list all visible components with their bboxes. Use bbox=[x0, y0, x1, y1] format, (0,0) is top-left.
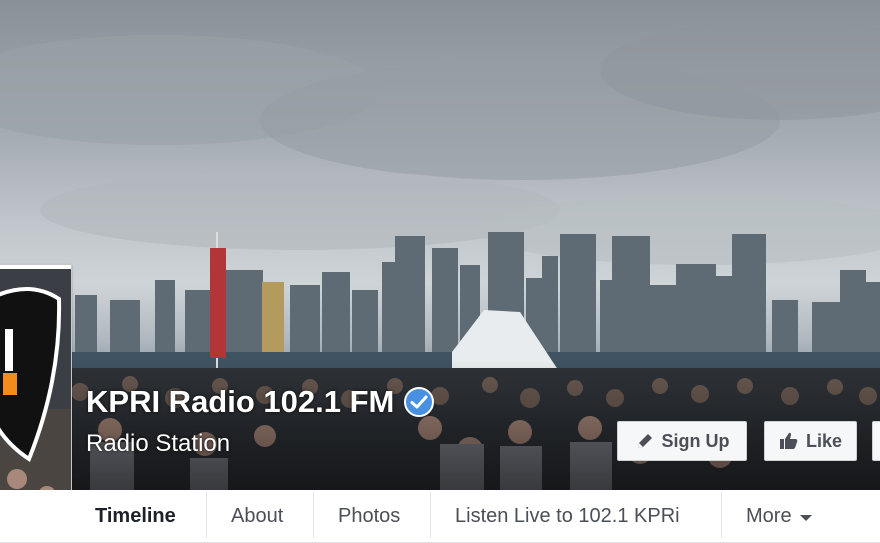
tab-about[interactable]: About bbox=[207, 490, 307, 542]
kpri-logo-icon bbox=[0, 269, 71, 519]
page-title[interactable]: KPRI Radio 102.1 FM bbox=[86, 384, 394, 420]
tab-timeline-label: Timeline bbox=[95, 504, 176, 527]
tab-more[interactable]: More bbox=[722, 490, 836, 542]
pencil-icon bbox=[637, 434, 652, 448]
tab-photos[interactable]: Photos bbox=[314, 490, 424, 542]
like-label: Like bbox=[805, 430, 843, 451]
tab-timeline[interactable]: Timeline bbox=[71, 490, 200, 542]
tab-photos-label: Photos bbox=[338, 504, 401, 527]
tab-about-label: About bbox=[231, 504, 284, 527]
sign-up-label: Sign Up bbox=[661, 430, 730, 451]
like-button[interactable]: Like bbox=[764, 421, 857, 461]
tab-listen-live-label: Listen Live to 102.1 KPRi bbox=[455, 504, 680, 527]
sign-up-button[interactable]: Sign Up bbox=[617, 421, 747, 461]
page-tabs: Timeline About Photos Listen Live to 102… bbox=[0, 490, 880, 543]
page-category[interactable]: Radio Station bbox=[86, 430, 230, 458]
tab-more-label: More bbox=[746, 504, 792, 527]
profile-picture[interactable] bbox=[0, 264, 72, 522]
caret-down-icon bbox=[799, 514, 812, 521]
thumbs-up-icon bbox=[779, 432, 798, 449]
verified-badge-icon[interactable] bbox=[404, 387, 435, 417]
tab-listen-live[interactable]: Listen Live to 102.1 KPRi bbox=[431, 490, 704, 542]
overflow-button[interactable] bbox=[872, 421, 880, 461]
cover-shade bbox=[0, 360, 880, 490]
page-title-row: KPRI Radio 102.1 FM bbox=[86, 384, 435, 420]
